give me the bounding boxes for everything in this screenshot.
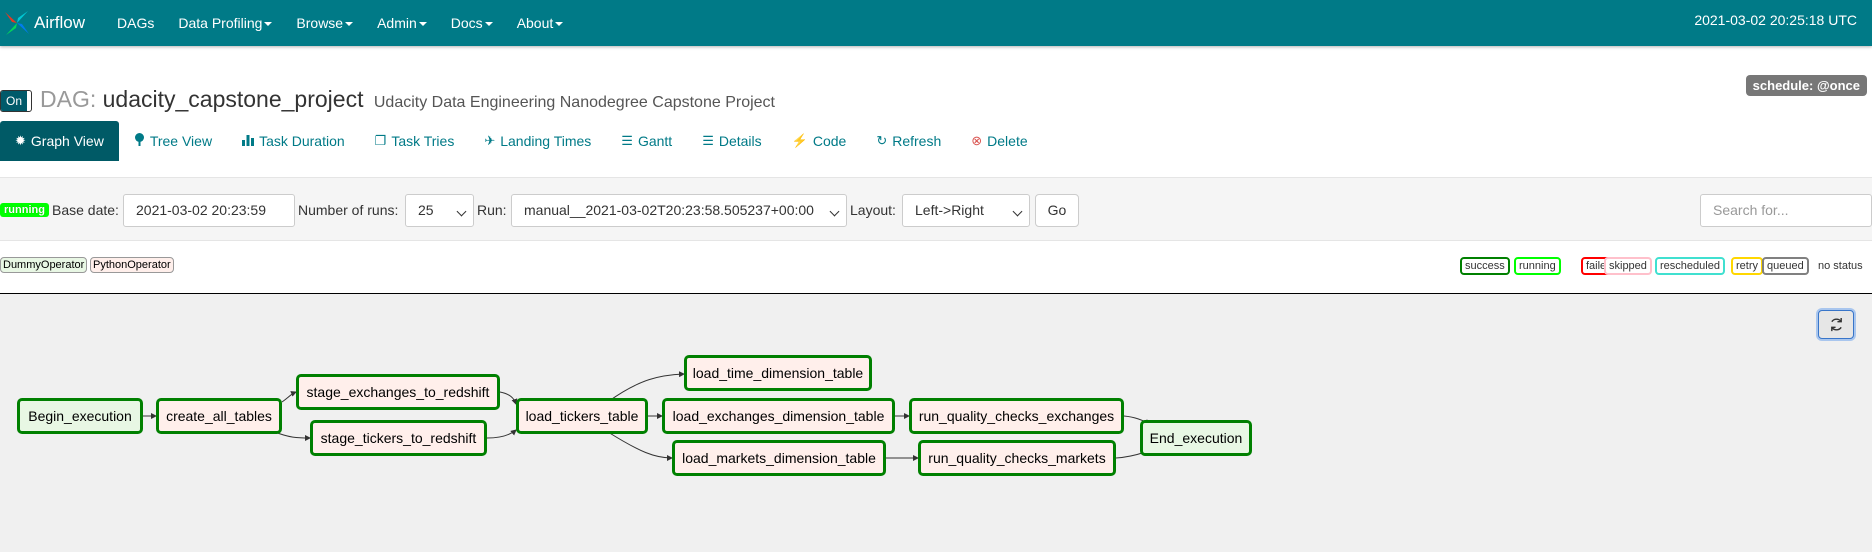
tab-gantt[interactable]: ☰ Gantt [606, 121, 687, 161]
flash-icon: ⚡ [791, 133, 808, 148]
legend-row: DummyOperator PythonOperator success run… [0, 243, 1872, 293]
graph-refresh-button[interactable] [1818, 310, 1854, 339]
brand-name: Airflow [34, 13, 86, 32]
num-runs-label: Number of runs: [298, 202, 399, 218]
state-skipped[interactable]: skipped [1604, 257, 1652, 275]
run-select[interactable]: manual__2021-03-02T20:23:58.505237+00:00 [511, 194, 847, 227]
state-success[interactable]: success [1460, 257, 1510, 275]
base-date-input[interactable]: 2021-03-02 20:23:59 [123, 194, 295, 227]
task-node-stage-exchanges-to-redshift[interactable]: stage_exchanges_to_redshift [296, 374, 500, 410]
run-label: Run: [477, 202, 507, 218]
state-queued[interactable]: queued [1762, 257, 1809, 275]
layout-label: Layout: [850, 202, 896, 218]
search-input[interactable]: Search for... [1700, 194, 1872, 227]
page-title: DAG: udacity_capstone_project Udacity Da… [40, 86, 775, 113]
caret-down-icon [418, 22, 427, 27]
dag-description: Udacity Data Engineering Nanodegree Caps… [373, 94, 775, 111]
task-node-begin-execution[interactable]: Begin_execution [17, 398, 143, 434]
tab-task-duration[interactable]: Task Duration [227, 121, 360, 161]
task-node-run-quality-checks-exchanges[interactable]: run_quality_checks_exchanges [909, 398, 1124, 434]
dag-run-status-badge: running [0, 203, 49, 217]
remove-circle-icon: ⊗ [971, 133, 983, 148]
nav-data-profiling[interactable]: Data Profiling [178, 15, 273, 31]
task-node-load-exchanges-dimension-table[interactable]: load_exchanges_dimension_table [662, 398, 895, 434]
toggle-label: On [1, 91, 27, 111]
tab-landing-times[interactable]: ✈ Landing Times [469, 121, 606, 161]
refresh-icon [1830, 317, 1842, 332]
schedule-badge: schedule: @once [1745, 75, 1867, 96]
caret-down-icon [484, 22, 493, 27]
nav-docs[interactable]: Docs [451, 15, 493, 31]
task-node-load-time-dimension-table[interactable]: load_time_dimension_table [684, 355, 872, 391]
bar-chart-icon [242, 134, 255, 149]
top-navbar: Airflow DAGs Data Profiling Browse Admin… [0, 0, 1872, 46]
edge [486, 429, 517, 439]
gear-icon: ✹ [15, 133, 26, 148]
num-runs-select[interactable]: 25 [405, 194, 474, 227]
task-node-load-markets-dimension-table[interactable]: load_markets_dimension_table [672, 440, 886, 476]
task-node-load-tickers-table[interactable]: load_tickers_table [516, 398, 648, 434]
gantt-icon: ☰ [621, 133, 633, 148]
state-running[interactable]: running [1514, 257, 1561, 275]
dag-label: DAG: [40, 86, 97, 112]
go-button[interactable]: Go [1035, 194, 1079, 227]
refresh-icon: ↻ [876, 133, 888, 148]
task-node-create-all-tables[interactable]: create_all_tables [156, 398, 282, 434]
dag-view-tabs: ✹ Graph View Tree View Task Duration ❐ Tas… [0, 121, 1043, 161]
nav-dags[interactable]: DAGs [117, 15, 154, 31]
state-no-status: no status [1818, 260, 1863, 272]
nav-admin[interactable]: Admin [377, 15, 427, 31]
task-node-end-execution[interactable]: End_execution [1140, 420, 1252, 456]
copy-icon: ❐ [374, 133, 387, 148]
edge [499, 391, 518, 405]
edge [281, 391, 297, 403]
caret-down-icon [345, 22, 354, 27]
legend-python-operator: PythonOperator [90, 257, 174, 273]
caret-down-icon [264, 22, 273, 27]
graph-controls-form: running Base date: 2021-03-02 20:23:59 N… [0, 177, 1872, 241]
dag-id: udacity_capstone_project [102, 86, 364, 112]
edge [607, 431, 673, 461]
legend-dummy-operator: DummyOperator [0, 257, 88, 273]
tree-icon [134, 133, 145, 149]
nav-about[interactable]: About [517, 15, 564, 31]
tab-tree-view[interactable]: Tree View [119, 121, 227, 161]
state-rescheduled[interactable]: rescheduled [1655, 257, 1725, 275]
tab-delete[interactable]: ⊗ Delete [956, 121, 1042, 161]
dag-graph-canvas[interactable]: Begin_execution create_all_tables stage_… [0, 293, 1872, 552]
dag-on-toggle[interactable]: On [0, 90, 32, 112]
state-retry[interactable]: retry [1731, 257, 1763, 275]
tab-details[interactable]: ☰ Details [687, 121, 776, 161]
tab-refresh[interactable]: ↻ Refresh [861, 121, 956, 161]
plane-icon: ✈ [484, 133, 496, 148]
edge [608, 371, 685, 402]
task-node-run-quality-checks-markets[interactable]: run_quality_checks_markets [918, 440, 1116, 476]
task-node-stage-tickers-to-redshift[interactable]: stage_tickers_to_redshift [310, 420, 487, 456]
airflow-logo-icon [5, 11, 29, 35]
caret-down-icon [555, 22, 564, 27]
base-date-label: Base date: [52, 202, 119, 218]
tab-code[interactable]: ⚡ Code [777, 121, 862, 161]
layout-select[interactable]: Left->Right [902, 194, 1030, 227]
list-icon: ☰ [702, 133, 714, 148]
nav-browse[interactable]: Browse [296, 15, 354, 31]
tab-task-tries[interactable]: ❐ Task Tries [360, 121, 470, 161]
tab-graph-view[interactable]: ✹ Graph View [0, 121, 119, 161]
utc-clock: 2021-03-02 20:25:18 UTC [1694, 12, 1857, 28]
brand[interactable]: Airflow [0, 0, 105, 46]
